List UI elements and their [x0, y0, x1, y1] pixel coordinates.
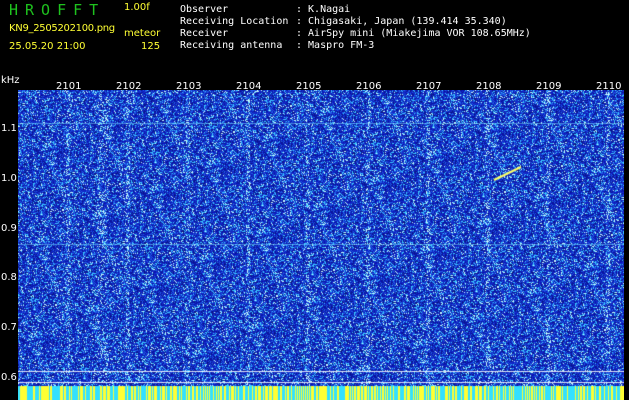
location-label: Receiving Location: [180, 16, 289, 27]
meteor-count: 125: [141, 41, 161, 52]
observation-mode: meteor: [124, 28, 161, 39]
y-tick-label: 0.6: [1, 372, 17, 383]
file-name: KN9_2505202100.png: [9, 23, 115, 34]
receiver-label: Receiver: [180, 28, 229, 39]
observer-label: Observer: [180, 4, 229, 15]
receiver-value: : AirSpy mini (Miakejima VOR 108.65MHz): [296, 28, 531, 39]
y-tick-label: 0.9: [1, 223, 17, 234]
observer-value: : K.Nagai: [296, 4, 351, 15]
spectrogram-waterfall: [18, 90, 624, 400]
y-tick-label: 0.8: [1, 272, 17, 283]
app-title: HROFFT: [9, 1, 106, 19]
hrofft-window: HROFFT 1.00f KN9_2505202100.png meteor 2…: [0, 0, 629, 400]
location-value: : Chigasaki, Japan (139.414 35.340): [296, 16, 507, 27]
spectrogram-canvas: [18, 90, 624, 400]
app-version: 1.00f: [124, 2, 150, 13]
antenna-value: : Maspro FM-3: [296, 40, 375, 51]
y-tick-label: 0.7: [1, 322, 17, 333]
observation-datetime: 25.05.20 21:00: [9, 41, 86, 52]
y-tick-label: 1.1: [1, 123, 17, 134]
frequency-unit-label: kHz: [1, 75, 20, 86]
antenna-label: Receiving antenna: [180, 40, 283, 51]
y-tick-label: 1.0: [1, 173, 17, 184]
